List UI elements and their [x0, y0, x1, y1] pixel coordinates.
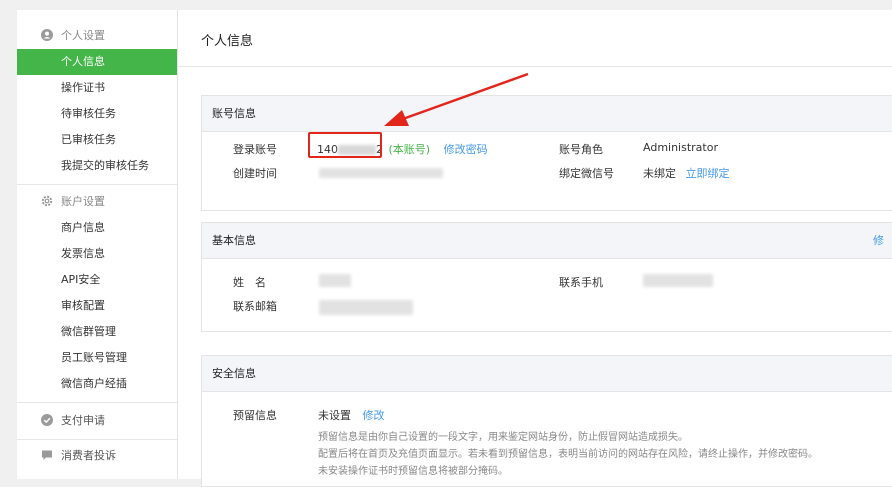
sidebar-divider: [17, 402, 177, 403]
current-account-tag: (本账号): [388, 143, 431, 156]
account-role-label: 账号角色: [559, 143, 603, 156]
sidebar-group-label: 个人设置: [61, 29, 105, 42]
sidebar-item-merchant-info[interactable]: 商户信息: [17, 215, 177, 241]
sidebar-item-my-submitted[interactable]: 我提交的审核任务: [17, 153, 177, 179]
sidebar-divider: [17, 184, 177, 185]
sidebar-item-api-security[interactable]: API安全: [17, 267, 177, 293]
sidebar: 个人设置 个人信息 操作证书 待审核任务 已审核任务 我提交的审核任务 账户设置…: [17, 10, 178, 479]
sidebar-item-payment-apply[interactable]: 支付申请: [17, 409, 177, 433]
sidebar-item-label: 消费者投诉: [61, 449, 116, 462]
sidebar-group-label: 账户设置: [61, 195, 105, 208]
account-info-panel: 账号信息 登录账号 140 2 (本账号) 修改密码 账号角色 Administr…: [201, 95, 892, 211]
reserve-info-label: 预留信息: [233, 409, 277, 422]
bound-wechat-value: 未绑定 立即绑定: [643, 165, 730, 181]
sidebar-item-reviewed[interactable]: 已审核任务: [17, 127, 177, 153]
reserve-info-value: 未设置 修改: [318, 407, 385, 423]
gear-icon: [41, 195, 53, 207]
masked-email: [319, 300, 413, 315]
email-label: 联系邮箱: [233, 300, 277, 313]
masked-name: [319, 274, 351, 287]
title-divider: [178, 66, 892, 67]
masked-created-time: [319, 168, 443, 178]
sidebar-group-personal: 个人设置: [17, 24, 177, 48]
wechat-status: 未绑定: [643, 167, 676, 180]
main-content: 个人信息 账号信息 登录账号 140 2 (本账号) 修改密码 账号角色 Admi…: [178, 10, 892, 487]
panel-header: 基本信息 修: [202, 223, 892, 259]
panel-title: 基本信息: [212, 234, 256, 247]
basic-info-panel: 基本信息 修 姓 名 联系手机 联系邮箱: [201, 222, 892, 332]
reserve-status: 未设置: [318, 409, 351, 422]
masked-phone: [643, 274, 713, 287]
change-password-link[interactable]: 修改密码: [444, 143, 488, 156]
sidebar-item-certificate[interactable]: 操作证书: [17, 75, 177, 101]
created-time-label: 创建时间: [233, 167, 277, 180]
bind-now-link[interactable]: 立即绑定: [686, 167, 730, 180]
sidebar-item-label: 支付申请: [61, 414, 105, 427]
panel-title: 安全信息: [202, 356, 892, 392]
sidebar-item-personal-info[interactable]: 个人信息: [17, 49, 177, 75]
sidebar-item-invoice-info[interactable]: 发票信息: [17, 241, 177, 267]
modify-reserve-link[interactable]: 修改: [363, 409, 385, 422]
sidebar-divider: [17, 439, 177, 440]
person-circle-icon: [41, 29, 53, 41]
phone-label: 联系手机: [559, 276, 603, 289]
reserve-hint-line: 未安装操作证书时预留信息将被部分掩码。: [318, 466, 508, 477]
sidebar-item-wechat-group[interactable]: 微信群管理: [17, 319, 177, 345]
security-info-panel: 安全信息 预留信息 未设置 修改 预留信息是由你自己设置的一段文字，用来鉴定网站…: [201, 355, 892, 487]
account-role-value: Administrator: [643, 141, 718, 154]
sidebar-item-staff-accounts[interactable]: 员工账号管理: [17, 345, 177, 371]
sidebar-group-account: 账户设置: [17, 190, 177, 214]
bound-wechat-label: 绑定微信号: [559, 167, 614, 180]
sidebar-item-review-config[interactable]: 审核配置: [17, 293, 177, 319]
page-title: 个人信息: [201, 34, 254, 49]
reserve-hint-line: 配置后将在首页及充值页面显示。若未看到预留信息，表明当前访问的网站存在风险，请终…: [318, 449, 818, 460]
chat-bubble-icon: [42, 450, 52, 460]
sidebar-item-pending-review[interactable]: 待审核任务: [17, 101, 177, 127]
login-account-label: 登录账号: [233, 143, 277, 156]
sidebar-item-consumer-complaint[interactable]: 消费者投诉: [17, 444, 177, 468]
reserve-hint-line: 预留信息是由你自己设置的一段文字，用来鉴定网站身份，防止假冒网站造成损失。: [318, 432, 688, 443]
check-circle-icon: [41, 414, 53, 426]
panel-title: 账号信息: [202, 96, 892, 132]
sidebar-item-merchant-agent[interactable]: 微信商户经插: [17, 371, 177, 397]
annotation-highlight-box: [308, 132, 382, 158]
name-label: 姓 名: [233, 276, 266, 289]
edit-basic-info-link[interactable]: 修: [873, 223, 884, 258]
